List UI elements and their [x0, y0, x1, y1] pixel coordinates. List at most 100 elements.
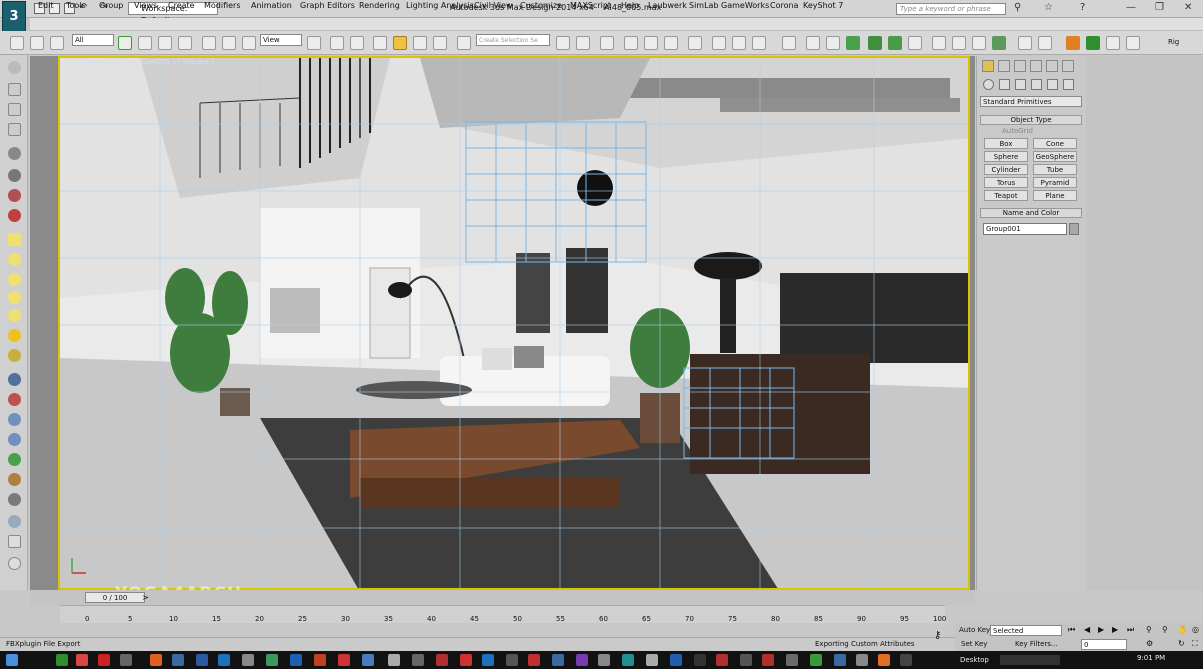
- menu-help[interactable]: Help: [621, 1, 639, 10]
- auto-key-button[interactable]: Auto Key: [959, 626, 990, 634]
- app-icon[interactable]: [834, 654, 846, 666]
- time-next-icon[interactable]: >: [142, 593, 149, 602]
- align-icon[interactable]: [576, 36, 590, 50]
- app-icon[interactable]: [56, 654, 68, 666]
- key-icon[interactable]: ⚷: [934, 630, 941, 641]
- rendered-frame-icon[interactable]: [732, 36, 746, 50]
- app-icon[interactable]: [552, 654, 564, 666]
- current-frame-input[interactable]: 0: [1081, 639, 1127, 650]
- angle-snap-icon[interactable]: [393, 36, 407, 50]
- object-category-dropdown[interactable]: Standard Primitives: [980, 96, 1082, 107]
- menu-lighting-analysis[interactable]: Lighting Analysis: [406, 1, 474, 10]
- app-icon[interactable]: [598, 654, 610, 666]
- menu-modifiers[interactable]: Modifiers: [204, 1, 241, 10]
- wood-icon[interactable]: [8, 473, 21, 486]
- menu-views[interactable]: Views: [134, 1, 157, 10]
- gizmo-icon[interactable]: [8, 413, 21, 426]
- menu-laubwerk[interactable]: Laubwerk: [648, 1, 687, 10]
- orbit-view-icon[interactable]: ↻: [1178, 639, 1185, 648]
- cone-icon[interactable]: [8, 309, 21, 322]
- create-tab-icon[interactable]: [982, 60, 994, 72]
- zoom-all-icon[interactable]: ⚲: [1162, 625, 1168, 634]
- helper-icon[interactable]: [8, 433, 21, 446]
- app-icon[interactable]: [196, 654, 208, 666]
- pan-icon[interactable]: ✋: [1178, 625, 1188, 634]
- forest-icon[interactable]: [888, 36, 902, 50]
- window-crossing-icon[interactable]: [178, 36, 192, 50]
- menu-gameworks[interactable]: GameWorks: [721, 1, 769, 10]
- bind-space-warp-icon[interactable]: [50, 36, 64, 50]
- app-icon[interactable]: [338, 654, 350, 666]
- rig-label[interactable]: Rig: [1168, 38, 1179, 46]
- teapot-icon[interactable]: [8, 291, 21, 304]
- menu-maxscript[interactable]: MAXScript: [570, 1, 611, 10]
- sphere-icon[interactable]: [8, 273, 21, 286]
- dome-light-icon[interactable]: [826, 36, 840, 50]
- render-last-icon[interactable]: [952, 36, 966, 50]
- desktop-toolbar[interactable]: Desktop: [960, 656, 989, 664]
- app-icon[interactable]: [856, 654, 868, 666]
- keyshot-render-icon[interactable]: [972, 36, 986, 50]
- app-icon[interactable]: [290, 654, 302, 666]
- mirror-icon[interactable]: [556, 36, 570, 50]
- material-editor-icon[interactable]: [688, 36, 702, 50]
- next-frame-icon[interactable]: ▶: [1112, 625, 1118, 634]
- pyramid-button[interactable]: Pyramid: [1033, 177, 1077, 188]
- globe-icon[interactable]: [8, 515, 21, 528]
- app-icon[interactable]: [436, 654, 448, 666]
- tools-icon[interactable]: [1106, 36, 1120, 50]
- minimize-icon[interactable]: —: [1126, 2, 1136, 13]
- help-icon[interactable]: ?: [1080, 2, 1085, 13]
- render-icon[interactable]: [8, 209, 21, 222]
- go-to-start-icon[interactable]: ⏮: [1068, 625, 1075, 635]
- spinner-snap-icon[interactable]: [433, 36, 447, 50]
- select-by-name-icon[interactable]: [138, 36, 152, 50]
- app-icon[interactable]: [506, 654, 518, 666]
- name-and-color-rollout[interactable]: Name and Color: [980, 208, 1082, 218]
- vray-icon[interactable]: [782, 36, 796, 50]
- menu-keyshot[interactable]: KeyShot 7: [803, 1, 843, 10]
- scale-icon[interactable]: [242, 36, 256, 50]
- tube-button[interactable]: Tube: [1033, 164, 1077, 175]
- tree-icon[interactable]: [868, 36, 882, 50]
- orbit-icon[interactable]: [8, 61, 21, 74]
- motion-tab-icon[interactable]: [1030, 60, 1042, 72]
- cameras-icon[interactable]: [1031, 79, 1042, 90]
- key-filters-button[interactable]: Key Filters...: [1015, 640, 1058, 648]
- leaf-icon[interactable]: [8, 453, 21, 466]
- app-icon[interactable]: [218, 654, 230, 666]
- geosphere-button[interactable]: GeoSphere: [1033, 151, 1077, 162]
- percent-snap-icon[interactable]: [413, 36, 427, 50]
- menu-edit[interactable]: Edit: [38, 1, 54, 10]
- rotate-icon[interactable]: [222, 36, 236, 50]
- viewport-label[interactable]: [ + ] [ AI48_005_VRayCam001 ] [ Shaded ]: [64, 58, 214, 66]
- autogrid-checkbox[interactable]: AutoGrid: [1002, 127, 1033, 135]
- maximize-viewport-icon[interactable]: ⛶: [1192, 639, 1198, 649]
- brush-icon[interactable]: [8, 147, 21, 160]
- field-of-view-icon[interactable]: ◎: [1192, 625, 1199, 634]
- menu-group[interactable]: Group: [99, 1, 123, 10]
- app-icon[interactable]: [762, 654, 774, 666]
- utilities-tab-icon[interactable]: [1062, 60, 1074, 72]
- helpers-icon[interactable]: [1047, 79, 1058, 90]
- paint-icon[interactable]: [8, 169, 21, 182]
- laubwerk-plant-icon[interactable]: [992, 36, 1006, 50]
- plant-icon[interactable]: [846, 36, 860, 50]
- menu-tools[interactable]: Tools: [66, 1, 86, 10]
- 3dsmax-icon[interactable]: [622, 654, 634, 666]
- help-circle-icon[interactable]: [8, 557, 21, 570]
- menu-graph-editors[interactable]: Graph Editors: [300, 1, 355, 10]
- schematic-view-icon[interactable]: [664, 36, 678, 50]
- photoshop-icon[interactable]: [670, 654, 682, 666]
- calculator-icon[interactable]: [8, 535, 21, 548]
- menu-simlab[interactable]: SimLab: [689, 1, 719, 10]
- menu-customize[interactable]: Customize: [520, 1, 562, 10]
- premiere-icon[interactable]: [576, 654, 588, 666]
- acrobat-icon[interactable]: [98, 654, 110, 666]
- search-input[interactable]: Type a keyword or phrase: [896, 3, 1006, 15]
- display-panel-icon[interactable]: [8, 103, 21, 116]
- app-icon[interactable]: [412, 654, 424, 666]
- snaps-toggle-icon[interactable]: [373, 36, 387, 50]
- render-setup-icon[interactable]: [712, 36, 726, 50]
- time-config-icon[interactable]: ⚙: [1146, 639, 1153, 648]
